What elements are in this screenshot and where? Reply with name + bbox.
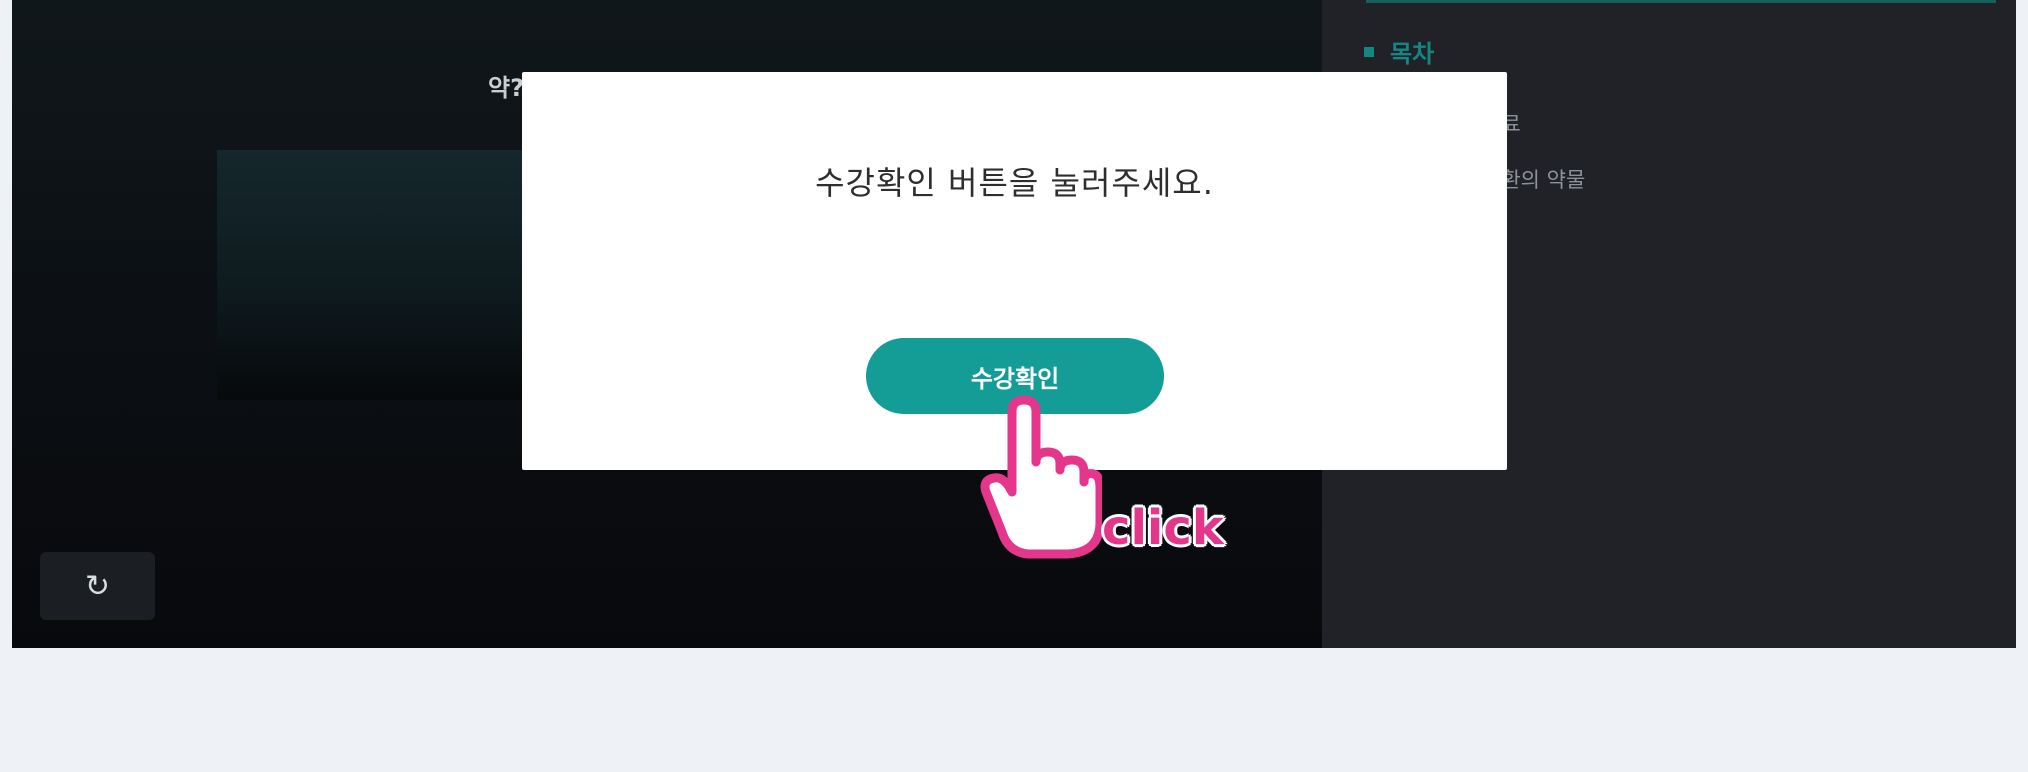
toc-header: 목차: [1364, 34, 1434, 69]
square-bullet-icon: [1364, 46, 1374, 57]
dialog-message: 수강확인 버튼을 눌러주세요.: [815, 164, 1214, 202]
replay-icon: ↻: [84, 568, 111, 604]
toc-header-label: 목차: [1390, 40, 1435, 68]
video-title: 약?: [488, 74, 525, 102]
panel-divider: [1366, 0, 1996, 3]
click-caption: click: [1102, 500, 1224, 556]
replay-button[interactable]: ↻: [40, 552, 155, 620]
hand-pointer-icon: [980, 395, 1102, 559]
